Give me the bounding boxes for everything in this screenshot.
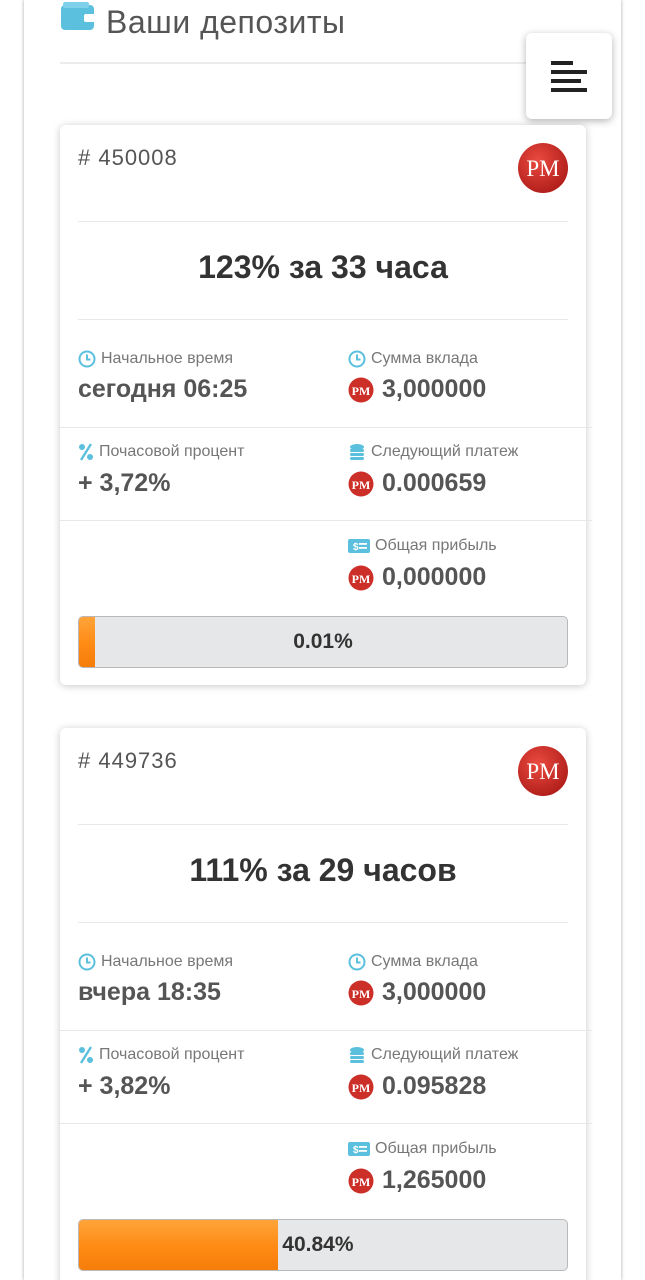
page-title: Ваши депозиты [106,4,346,40]
deposit-progress-bar: 40.84% [78,1219,568,1271]
perfect-money-logo: PM [518,746,568,796]
total-profit-value: PM 1,265000 [348,1166,486,1195]
divider [60,427,592,428]
deposit-amount-value: PM 3,000000 [348,375,486,404]
svg-text:PM: PM [526,759,559,784]
menu-button[interactable] [526,33,612,119]
perfect-money-icon: PM [348,1074,374,1099]
perfect-money-icon: PM [348,565,374,590]
total-profit-label: $ Общая прибыль [348,537,497,555]
money-bill-icon: $ [348,1142,370,1156]
svg-text:PM: PM [352,572,371,586]
divider [60,520,592,521]
perfect-money-icon: PM [348,471,374,496]
clock-icon [78,350,96,368]
deposit-progress-bar: 0.01% [78,616,568,668]
menu-icon [551,61,587,92]
hourly-percent-value: + 3,72% [78,469,171,497]
divider [60,1123,592,1124]
total-profit-label: $ Общая прибыль [348,1140,497,1158]
svg-text:PM: PM [526,156,559,181]
next-payment-label: Следующий платеж [348,1046,518,1064]
coins-icon [350,444,364,460]
perfect-money-icon: PM [348,377,374,402]
deposit-card: # 449736 PM 111% за 29 часов Начальное в… [60,728,592,1280]
clock-icon [348,350,366,368]
clock-icon [348,953,366,971]
clock-icon [78,953,96,971]
next-payment-value: PM 0.095828 [348,1072,486,1101]
svg-text:$: $ [353,542,359,553]
hourly-percent-value: + 3,82% [78,1072,171,1100]
progress-text: 0.01% [293,630,353,653]
page-container: Ваши депозиты # 450008 PM 123% за 33 час… [24,0,621,1280]
wallet-icon [61,2,95,30]
deposit-amount-label: Сумма вклада [348,350,478,368]
progress-text: 40.84% [282,1233,354,1256]
deposit-id: # 449736 [78,748,178,773]
hourly-percent-label: Почасовой процент [78,443,244,461]
deposit-card: # 450008 PM 123% за 33 часа Начальное вр… [60,125,592,685]
svg-text:PM: PM [352,1175,371,1189]
deposit-amount-label: Сумма вклада [348,953,478,971]
next-payment-value: PM 0.000659 [348,469,486,498]
start-time-value: вчера 18:35 [78,978,221,1006]
svg-text:PM: PM [352,1081,371,1095]
progress-fill [79,1220,279,1270]
start-time-value: сегодня 06:25 [78,375,248,403]
divider [78,824,568,825]
percent-icon [79,1046,93,1064]
page-header: Ваши депозиты [60,0,572,64]
divider [78,922,568,923]
svg-text:$: $ [353,1145,359,1156]
svg-text:PM: PM [352,384,371,398]
svg-text:PM: PM [352,987,371,1001]
start-time-label: Начальное время [78,953,233,971]
svg-text:PM: PM [352,478,371,492]
next-payment-label: Следующий платеж [348,443,518,461]
deposit-rate: 111% за 29 часов [189,852,457,888]
hourly-percent-label: Почасовой процент [78,1046,244,1064]
coins-icon [350,1047,364,1063]
money-bill-icon: $ [348,539,370,553]
perfect-money-icon: PM [348,1168,374,1193]
start-time-label: Начальное время [78,350,233,368]
divider [78,319,568,320]
deposit-id: # 450008 [78,145,178,170]
percent-icon [79,443,93,461]
perfect-money-icon: PM [348,980,374,1005]
perfect-money-logo: PM [518,143,568,193]
deposit-amount-value: PM 3,000000 [348,978,486,1007]
divider [60,1030,592,1031]
deposit-rate: 123% за 33 часа [198,249,448,285]
divider [78,221,568,222]
total-profit-value: PM 0,000000 [348,563,486,592]
